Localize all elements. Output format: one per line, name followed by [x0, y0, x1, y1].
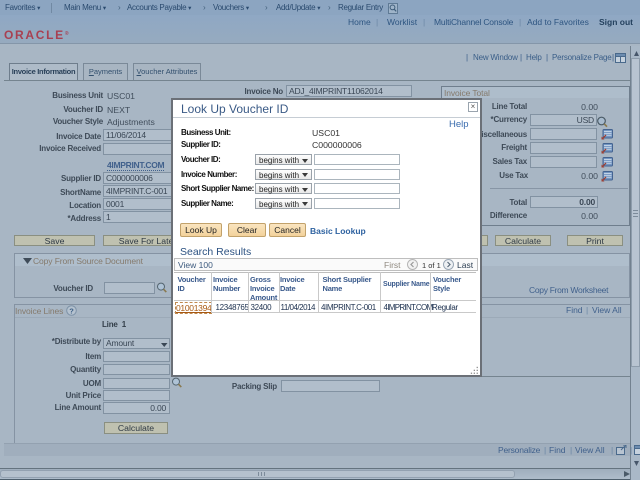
- svg-text:?: ?: [69, 306, 74, 315]
